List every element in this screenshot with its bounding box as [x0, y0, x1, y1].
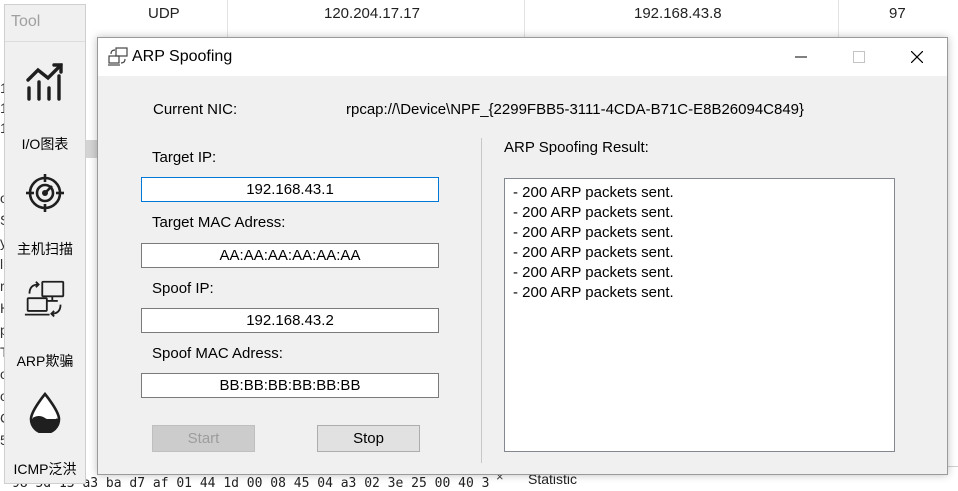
result-line: - 200 ARP packets sent. [513, 264, 674, 281]
minimize-button[interactable] [773, 38, 831, 76]
tool-arp-spoof-label: ARP欺骗 [16, 353, 74, 369]
close-icon [911, 51, 923, 63]
column-divider [838, 0, 839, 38]
maximize-button[interactable] [831, 38, 889, 76]
tool-icmp-flood[interactable]: ICMP泛洪 [5, 387, 85, 487]
host-scan-icon [26, 174, 64, 212]
tool-host-scan-label: 主机扫描 [17, 241, 73, 257]
spoof-mac-label: Spoof MAC Adress: [152, 345, 283, 362]
target-mac-input[interactable] [141, 243, 439, 268]
column-divider [227, 0, 228, 38]
hex-dump-line: 98 5d 13 a3 ba d7 af 01 44 1d 00 08 45 0… [12, 476, 521, 491]
tool-io-chart-label: I/O图表 [21, 136, 69, 152]
result-log[interactable]: - 200 ARP packets sent. - 200 ARP packets… [504, 178, 895, 452]
column-divider [524, 0, 525, 38]
result-line: - 200 ARP packets sent. [513, 184, 674, 201]
arp-spoofing-dialog: ARP Spoofing Current NIC: rpcap://\Devic… [97, 37, 948, 475]
stop-button[interactable]: Stop [317, 425, 420, 452]
current-nic-label: Current NIC: [153, 101, 238, 118]
arp-spoof-icon [24, 280, 65, 318]
spoof-ip-input[interactable] [141, 308, 439, 333]
packet-length: 97 [889, 5, 906, 22]
spoof-ip-label: Spoof IP: [152, 280, 214, 297]
network-app-icon [108, 47, 128, 66]
packet-source: 120.204.17.17 [324, 5, 420, 22]
target-ip-input[interactable] [141, 177, 439, 202]
tool-sidebar: Tool I/O图表 主机扫描 ARP欺骗 ICMP泛洪 [4, 4, 86, 484]
current-nic-value: rpcap://\Device\NPF_{2299FBB5-3111-4CDA-… [346, 101, 805, 118]
tool-arp-spoof[interactable]: ARP欺骗 [5, 277, 85, 377]
tool-icmp-flood-label: ICMP泛洪 [13, 461, 77, 477]
icmp-flood-icon [29, 391, 61, 433]
spoof-mac-input[interactable] [141, 373, 439, 398]
divider [5, 41, 85, 42]
dialog-title: ARP Spoofing [132, 48, 233, 65]
close-button[interactable] [889, 38, 947, 76]
tool-host-scan[interactable]: 主机扫描 [5, 167, 85, 267]
dialog-titlebar[interactable]: ARP Spoofing [98, 38, 947, 76]
result-line: - 200 ARP packets sent. [513, 224, 674, 241]
tool-sidebar-title: Tool [11, 13, 41, 30]
result-line: - 200 ARP packets sent. [513, 284, 674, 301]
io-chart-icon [26, 63, 63, 101]
target-ip-label: Target IP: [152, 149, 217, 166]
result-line: - 200 ARP packets sent. [513, 204, 674, 221]
start-button[interactable]: Start [152, 425, 255, 452]
packet-protocol: UDP [148, 5, 180, 22]
tool-io-chart[interactable]: I/O图表 [5, 57, 85, 157]
result-line: - 200 ARP packets sent. [513, 244, 674, 261]
packet-destination: 192.168.43.8 [634, 5, 722, 22]
minimize-icon [795, 56, 807, 58]
maximize-icon [853, 51, 865, 63]
target-mac-label: Target MAC Adress: [152, 214, 286, 231]
result-label: ARP Spoofing Result: [504, 139, 649, 156]
packet-list-row[interactable]: UDP 120.204.17.17 192.168.43.8 97 [0, 0, 958, 40]
vertical-divider [481, 138, 482, 463]
